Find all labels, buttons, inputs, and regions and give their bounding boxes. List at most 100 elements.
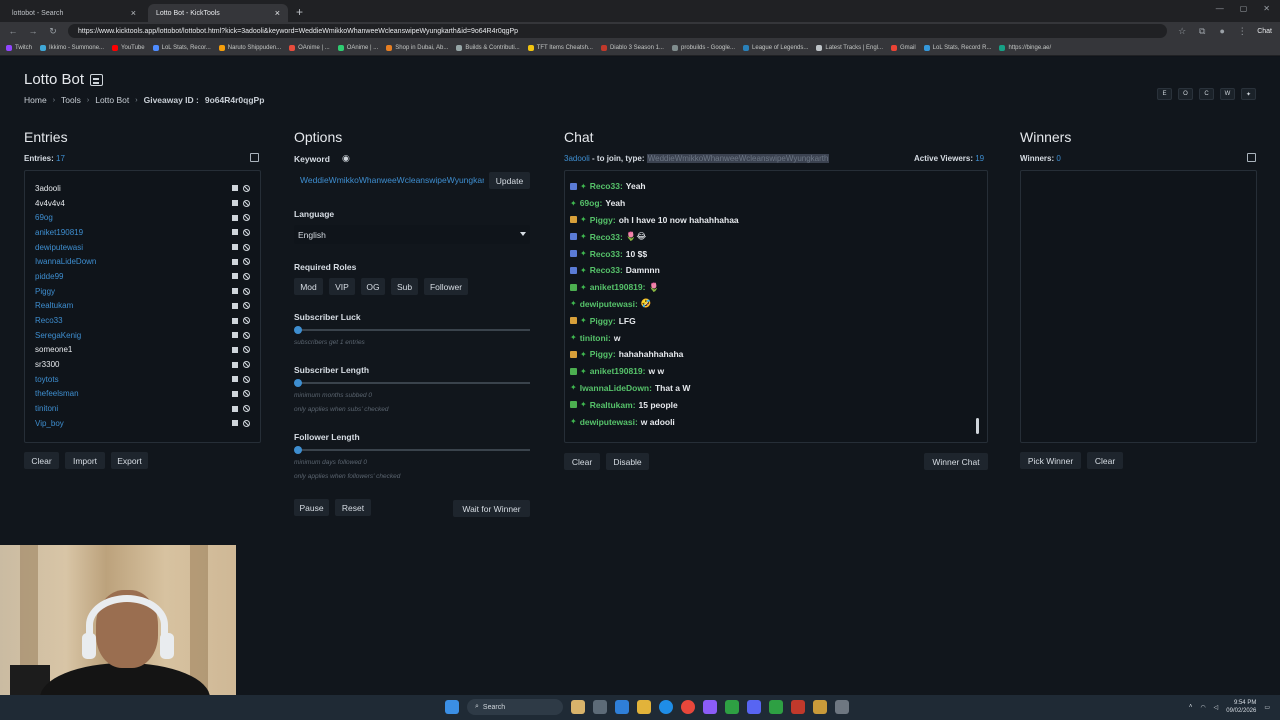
entry-name[interactable]: dewiputewasi [35,243,232,252]
w-icon[interactable]: W [1220,88,1235,100]
wait-for-winner-button[interactable]: Wait for Winner [453,500,530,517]
entry-name[interactable]: pidde99 [35,272,232,281]
bookmark-item[interactable]: Twitch [6,44,32,51]
copy-icon[interactable] [250,153,259,162]
chat-username[interactable]: 69og: [580,198,603,208]
bookmark-item[interactable]: LoL Stats, Record R... [923,44,991,51]
breadcrumb-tools[interactable]: Tools [61,95,81,105]
notification-icon[interactable]: ▭ [1264,704,1270,711]
mark-icon[interactable] [232,390,238,397]
role-sub-button[interactable]: Sub [391,278,418,295]
theme-icon[interactable]: ✦ [1241,88,1256,100]
breadcrumb-lotto-bot[interactable]: Lotto Bot [95,95,129,105]
taskbar-search[interactable]: ⌕ Search [467,699,563,715]
reload-icon[interactable]: ↻ [48,26,58,37]
file-explorer-icon[interactable] [637,700,651,714]
clock[interactable]: 9:54 PM 09/02/2026 [1226,699,1256,715]
c-icon[interactable]: C [1199,88,1214,100]
bookmark-item[interactable]: Diablo 3 Season 1... [600,44,664,51]
minimize-icon[interactable]: — [1216,4,1224,13]
mark-icon[interactable] [232,273,238,280]
widget-icon[interactable] [571,700,585,714]
mark-icon[interactable] [232,258,238,265]
bookmark-item[interactable]: YouTube [112,44,145,51]
entry-name[interactable]: sr3300 [35,360,232,369]
entry-name[interactable]: tinitoni [35,404,232,413]
app-icon[interactable] [813,700,827,714]
bookmark-item[interactable]: Gmail [891,44,916,51]
bookmark-item[interactable]: LoL Stats, Recor... [152,44,211,51]
settings-icon[interactable] [835,700,849,714]
entry-name[interactable]: someone1 [35,345,232,354]
mark-icon[interactable] [232,420,238,427]
ban-icon[interactable] [243,317,250,325]
bookmark-item[interactable]: TFT Items Cheatsh... [527,44,593,51]
entry-name[interactable]: toytots [35,375,232,384]
menu-icon[interactable]: ⋮ [1237,26,1247,37]
ban-icon[interactable] [243,375,250,383]
role-follower-button[interactable]: Follower [424,278,468,295]
xbox-icon[interactable] [725,700,739,714]
mark-icon[interactable] [232,376,238,383]
new-tab-icon[interactable]: + [296,5,303,19]
bookmark-item[interactable]: https://binge.ae/ [999,44,1051,51]
pick-winner-button[interactable]: Pick Winner [1020,452,1081,469]
mark-icon[interactable] [232,214,238,221]
mark-icon[interactable] [232,288,238,295]
chat-username[interactable]: dewiputewasi: [580,417,638,427]
subscriber-luck-slider[interactable] [294,326,530,334]
entry-name[interactable]: 3adooli [35,184,232,193]
chat-username[interactable]: tinitoni: [580,333,611,343]
app-icon[interactable] [769,700,783,714]
ban-icon[interactable] [243,214,250,222]
volume-icon[interactable]: ◁ [1214,704,1219,711]
bookmark-item[interactable]: OAnime | ... [289,44,330,51]
wifi-icon[interactable]: ◠ [1200,704,1205,711]
mark-icon[interactable] [232,405,238,412]
eye-icon[interactable]: ◉ [342,153,350,164]
mark-icon[interactable] [232,229,238,236]
ban-icon[interactable] [243,346,250,354]
slider-knob[interactable] [294,326,302,334]
chat-username[interactable]: Piggy: [590,316,616,326]
copilot-icon[interactable] [615,700,629,714]
chat-username[interactable]: aniket190819: [590,282,646,292]
chat-clear-button[interactable]: Clear [564,453,600,470]
mark-icon[interactable] [232,317,238,324]
ban-icon[interactable] [243,287,250,295]
task-view-icon[interactable] [593,700,607,714]
winners-clear-button[interactable]: Clear [1087,452,1123,469]
slider-knob[interactable] [294,379,302,387]
language-select[interactable]: English [294,225,530,244]
reset-button[interactable]: Reset [335,499,371,516]
mark-icon[interactable] [232,200,238,207]
ban-icon[interactable] [243,184,250,192]
chat-username[interactable]: Piggy: [590,349,616,359]
chat-username[interactable]: Realtukam: [590,400,636,410]
close-window-icon[interactable]: ✕ [1263,4,1270,13]
bookmark-item[interactable]: Naruto Shippuden... [218,44,281,51]
tab-lotto-bot[interactable]: Lotto Bot - KickTools × [148,4,288,22]
bookmark-item[interactable]: Builds & Contributi... [456,44,520,51]
chat-username[interactable]: Reco33: [590,249,623,259]
start-icon[interactable] [445,700,459,714]
ban-icon[interactable] [243,272,250,280]
ban-icon[interactable] [243,419,250,427]
ban-icon[interactable] [243,228,250,236]
entry-name[interactable]: 69og [35,213,232,222]
ban-icon[interactable] [243,331,250,339]
bookmark-item[interactable]: probuilds - Google... [671,44,735,51]
discord-icon[interactable] [747,700,761,714]
entry-name[interactable]: Piggy [35,287,232,296]
app-icon[interactable] [791,700,805,714]
mark-icon[interactable] [232,244,238,251]
ban-icon[interactable] [243,390,250,398]
ban-icon[interactable] [243,361,250,369]
chat-scrollbar[interactable] [976,418,979,434]
ban-icon[interactable] [243,199,250,207]
bookmark-item[interactable]: Ikkimo - Summone... [40,44,104,51]
role-mod-button[interactable]: Mod [294,278,323,295]
subscriber-length-slider[interactable] [294,379,530,387]
chat-username[interactable]: Reco33: [590,181,623,191]
chat-username[interactable]: IwannaLideDown: [580,383,652,393]
